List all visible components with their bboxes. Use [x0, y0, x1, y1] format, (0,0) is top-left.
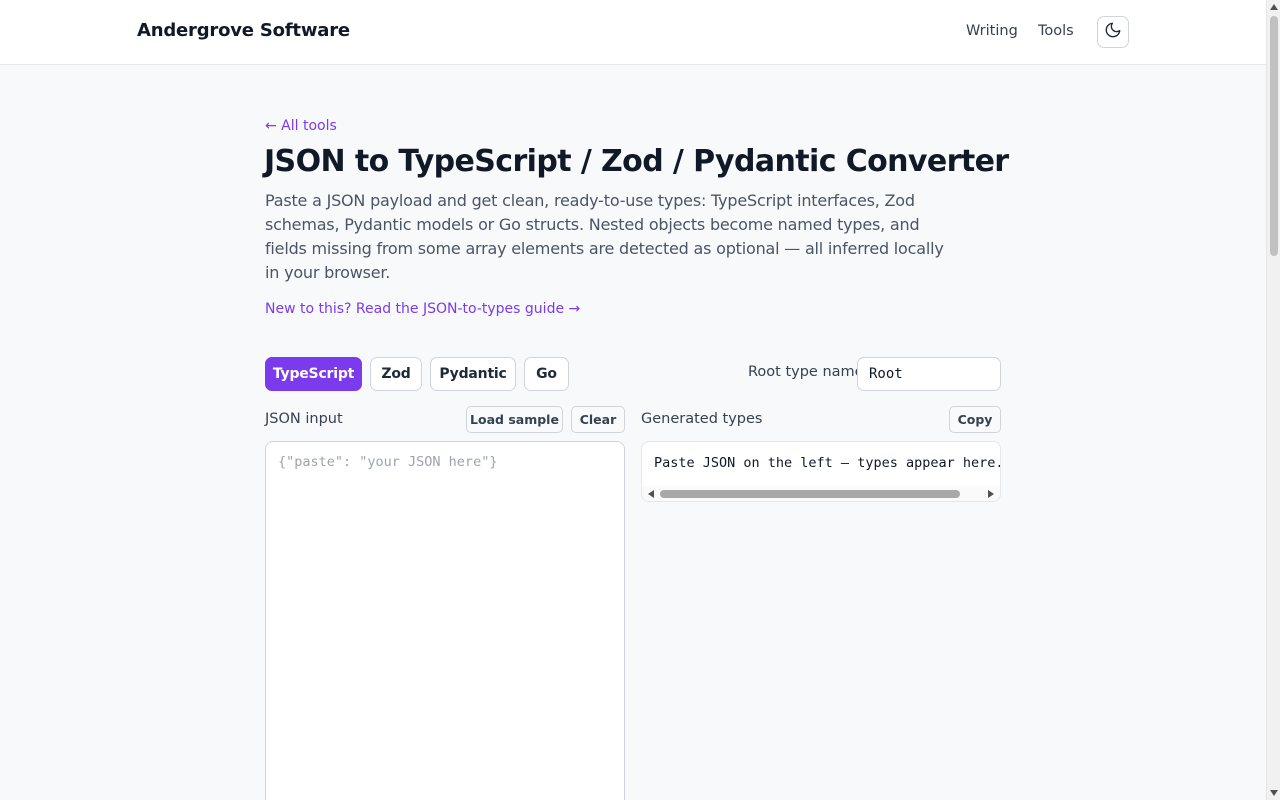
tab-pydantic[interactable]: Pydantic	[430, 357, 516, 391]
tab-go[interactable]: Go	[524, 357, 569, 391]
scroll-right-arrow-icon[interactable]	[984, 486, 998, 501]
top-navbar: Andergrove Software Writing Tools	[0, 0, 1266, 65]
all-tools-back-link[interactable]: ← All tools	[265, 118, 337, 134]
page-scrollbar[interactable]	[1266, 0, 1280, 800]
guide-link[interactable]: New to this? Read the JSON-to-types guid…	[265, 301, 580, 317]
scroll-down-arrow-icon[interactable]	[1267, 786, 1280, 800]
scroll-up-arrow-icon[interactable]	[1267, 0, 1280, 14]
intro-paragraph: Paste a JSON payload and get clean, read…	[265, 191, 944, 282]
generated-types-output: Paste JSON on the left — types appear he…	[641, 441, 1001, 502]
moon-icon	[1104, 21, 1122, 43]
root-type-label: Root type name	[748, 364, 864, 380]
copy-button[interactable]: Copy	[949, 406, 1001, 433]
clear-button[interactable]: Clear	[571, 406, 625, 433]
tab-typescript[interactable]: TypeScript	[265, 357, 362, 391]
scroll-left-arrow-icon[interactable]	[644, 486, 658, 501]
root-type-input[interactable]	[857, 357, 1001, 391]
nav-tools-link[interactable]: Tools	[1038, 23, 1074, 39]
horizontal-scrollbar-thumb[interactable]	[660, 490, 960, 498]
json-input-textarea[interactable]	[265, 441, 625, 800]
scrollbar-thumb[interactable]	[1270, 16, 1278, 256]
nav-writing-link[interactable]: Writing	[966, 23, 1018, 39]
load-sample-button[interactable]: Load sample	[466, 406, 563, 433]
tab-zod[interactable]: Zod	[370, 357, 422, 391]
generated-types-label: Generated types	[641, 411, 763, 427]
json-input-label: JSON input	[265, 411, 343, 427]
output-horizontal-scrollbar[interactable]	[642, 486, 1000, 501]
theme-toggle-button[interactable]	[1097, 16, 1129, 48]
output-placeholder-text: Paste JSON on the left — types appear he…	[654, 455, 1001, 471]
page-title: JSON to TypeScript / Zod / Pydantic Conv…	[264, 144, 1009, 179]
brand-logo-text[interactable]: Andergrove Software	[137, 20, 350, 41]
